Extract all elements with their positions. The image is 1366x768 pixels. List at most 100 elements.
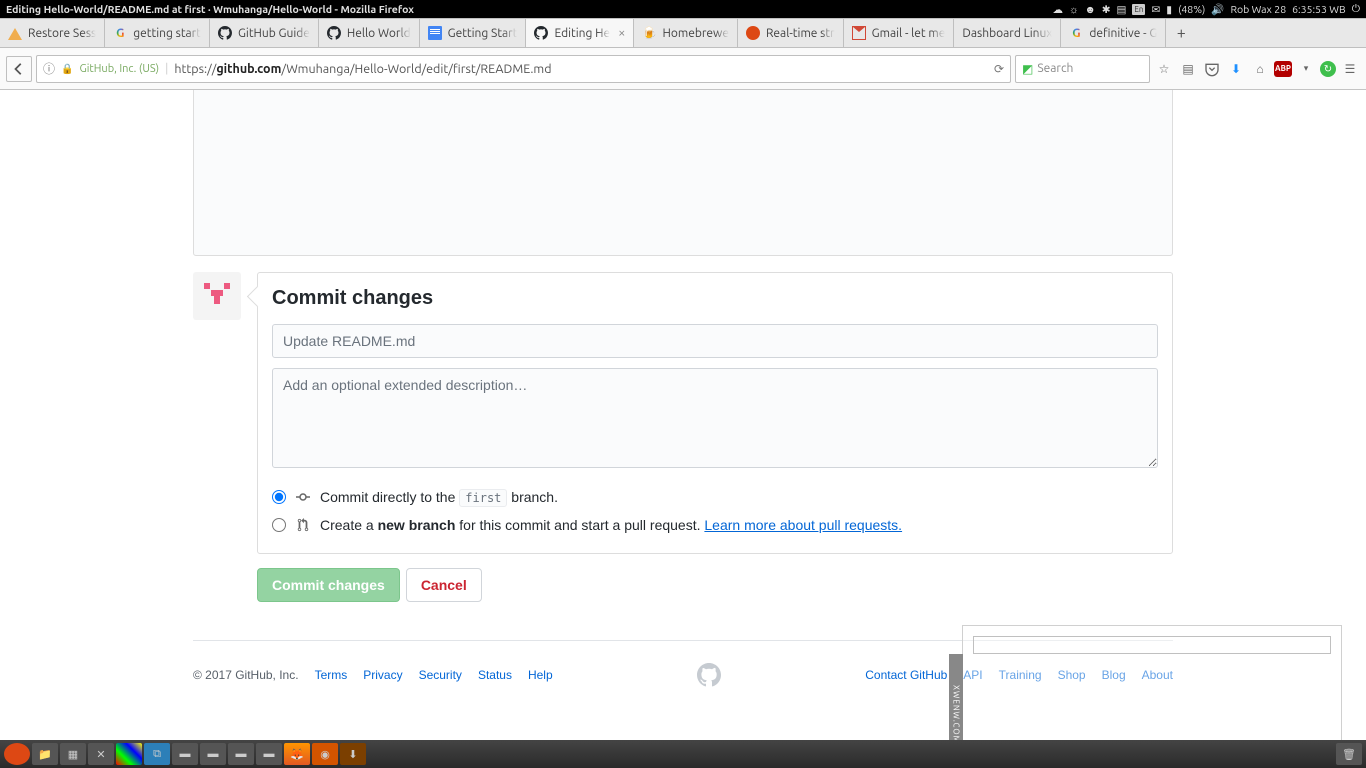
- github-icon: [218, 26, 232, 40]
- taskbar-app-icon[interactable]: ⧉: [144, 743, 170, 765]
- tray-icon[interactable]: ☼: [1069, 3, 1079, 16]
- lock-icon: 🔒: [61, 63, 73, 75]
- cancel-button[interactable]: Cancel: [406, 568, 482, 602]
- user-avatar: [193, 272, 241, 320]
- taskbar-app-icon[interactable]: ✕: [88, 743, 114, 765]
- clock: 6:35:53 WB: [1292, 3, 1346, 15]
- footer-link-privacy[interactable]: Privacy: [363, 668, 402, 682]
- footer-link-help[interactable]: Help: [528, 668, 553, 682]
- footer-link-security[interactable]: Security: [419, 668, 462, 682]
- info-icon[interactable]: ⓘ: [43, 60, 55, 77]
- library-icon[interactable]: ▤: [1178, 59, 1198, 79]
- tab-hello-world[interactable]: Hello World: [319, 19, 420, 47]
- footer-link-contact[interactable]: Contact GitHub: [865, 668, 947, 682]
- google-icon: G: [1069, 26, 1083, 40]
- gdoc-icon: [428, 26, 442, 40]
- watermark-side-label: XWENW.COM: [949, 654, 963, 740]
- commit-heading: Commit changes: [272, 287, 1158, 310]
- commit-summary-input[interactable]: [272, 324, 1158, 358]
- radio-new-branch[interactable]: [272, 518, 286, 532]
- taskbar-app-icon[interactable]: [116, 743, 142, 765]
- tab-realtime[interactable]: Real-time str: [738, 19, 844, 47]
- tab-editing-hello-world[interactable]: Editing He×: [526, 19, 634, 47]
- window-title: Editing Hello-World/README.md at first ·…: [0, 3, 414, 15]
- mail-icon[interactable]: ✉: [1151, 3, 1160, 16]
- url-bar[interactable]: ⓘ 🔒 GitHub, Inc. (US) | https://github.c…: [36, 55, 1011, 83]
- google-icon: G: [113, 26, 127, 40]
- commit-description-input[interactable]: [272, 368, 1158, 468]
- editor-area[interactable]: [193, 90, 1173, 256]
- downloads-icon[interactable]: ⬇: [1226, 59, 1246, 79]
- browser-navbar: ⓘ 🔒 GitHub, Inc. (US) | https://github.c…: [0, 48, 1366, 90]
- footer-left-links: Terms Privacy Security Status Help: [315, 668, 553, 682]
- taskbar-app-icon[interactable]: ◉: [312, 743, 338, 765]
- tray-icon[interactable]: ✱: [1102, 3, 1111, 16]
- page-content: Commit changes Commit directly to the fi…: [0, 90, 1366, 740]
- system-tray: ☁ ☼ ☻ ✱ ▤ En ✉ ▮ (48%) 🔊 Rob Wax 28 6:35…: [1053, 2, 1366, 16]
- taskbar-firefox-icon[interactable]: 🦊: [284, 743, 310, 765]
- tab-dashboard[interactable]: Dashboard Linux: [954, 19, 1061, 47]
- tray-icon[interactable]: ☻: [1085, 3, 1096, 16]
- search-box[interactable]: ◩ Search: [1015, 55, 1150, 83]
- taskbar-app-icon[interactable]: ▬: [256, 743, 282, 765]
- back-button[interactable]: [6, 56, 32, 82]
- tab-gmail[interactable]: Gmail - let me: [844, 19, 955, 47]
- warning-icon: [8, 26, 22, 40]
- pull-request-icon: [296, 518, 310, 532]
- commit-changes-button[interactable]: Commit changes: [257, 568, 400, 602]
- taskbar-files-icon[interactable]: 📁: [32, 743, 58, 765]
- tab-getting-started[interactable]: Ggetting start: [105, 19, 210, 47]
- github-logo-icon[interactable]: [697, 663, 721, 687]
- pocket-icon[interactable]: [1202, 59, 1222, 79]
- refresh-icon[interactable]: ⟳: [994, 62, 1004, 76]
- tab-restore[interactable]: Restore Sess: [0, 19, 105, 47]
- tab-github-guide[interactable]: GitHub Guide: [210, 19, 319, 47]
- close-tab-icon[interactable]: ×: [618, 26, 625, 40]
- github-icon: [327, 26, 341, 40]
- copyright: © 2017 GitHub, Inc.: [193, 668, 299, 682]
- dropdown-icon[interactable]: ▾: [1296, 59, 1316, 79]
- taskbar-app-icon[interactable]: ▬: [172, 743, 198, 765]
- start-button[interactable]: [4, 743, 30, 765]
- taskbar-app-icon[interactable]: ▬: [200, 743, 226, 765]
- battery-icon[interactable]: ▮: [1166, 3, 1172, 16]
- commit-icon: [296, 490, 310, 504]
- url-text: https://github.com/Wmuhanga/Hello-World/…: [174, 62, 551, 76]
- watermark-overlay: XWENW.COM XWENW.COM 小闻网（WWW.XWENW.COM)专用: [962, 625, 1342, 740]
- commit-direct-option[interactable]: Commit directly to the first branch.: [272, 483, 1158, 511]
- gmail-icon: [852, 26, 866, 40]
- commit-newbranch-label: Create a new branch for this commit and …: [320, 517, 902, 533]
- adblock-icon[interactable]: ABP: [1274, 61, 1292, 77]
- sound-icon[interactable]: 🔊: [1211, 3, 1224, 16]
- keyboard-icon[interactable]: En: [1132, 4, 1145, 15]
- tab-definitive[interactable]: Gdefinitive - G: [1061, 19, 1166, 47]
- radio-commit-direct[interactable]: [272, 490, 286, 504]
- home-icon[interactable]: ⌂: [1250, 59, 1270, 79]
- os-titlebar: Editing Hello-World/README.md at first ·…: [0, 0, 1366, 18]
- footer-link-status[interactable]: Status: [478, 668, 512, 682]
- shutdown-icon[interactable]: ⏻: [1352, 2, 1360, 16]
- footer-link-terms[interactable]: Terms: [315, 668, 348, 682]
- messages-icon[interactable]: ▤: [1117, 3, 1127, 16]
- tray-icon[interactable]: ☁: [1053, 3, 1064, 16]
- battery-percent: (48%): [1178, 3, 1205, 15]
- taskbar-app-icon[interactable]: ▬: [228, 743, 254, 765]
- github-icon: [534, 26, 548, 40]
- search-engine-icon: ◩: [1022, 62, 1033, 76]
- extension-icon[interactable]: ↻: [1320, 61, 1336, 77]
- bookmark-star-icon[interactable]: ☆: [1154, 59, 1174, 79]
- commit-newbranch-option[interactable]: Create a new branch for this commit and …: [272, 511, 1158, 539]
- watermark-inner: [973, 636, 1331, 654]
- taskbar-app-icon[interactable]: ▦: [60, 743, 86, 765]
- tab-homebrew[interactable]: 🍺Homebrewe: [634, 19, 737, 47]
- commit-direct-label: Commit directly to the first branch.: [320, 489, 558, 505]
- user-label[interactable]: Rob Wax 28: [1230, 3, 1286, 15]
- os-taskbar: 📁 ▦ ✕ ⧉ ▬ ▬ ▬ ▬ 🦊 ◉ ⬇ 🗑: [0, 740, 1366, 768]
- taskbar-app-icon[interactable]: ⬇: [340, 743, 366, 765]
- taskbar-trash-icon[interactable]: 🗑: [1336, 743, 1362, 765]
- tab-getting-started-doc[interactable]: Getting Start: [420, 19, 527, 47]
- ubuntu-icon: [746, 26, 760, 40]
- new-tab-button[interactable]: +: [1166, 19, 1196, 47]
- learn-more-link[interactable]: Learn more about pull requests.: [704, 517, 902, 533]
- hamburger-menu-icon[interactable]: ☰: [1340, 59, 1360, 79]
